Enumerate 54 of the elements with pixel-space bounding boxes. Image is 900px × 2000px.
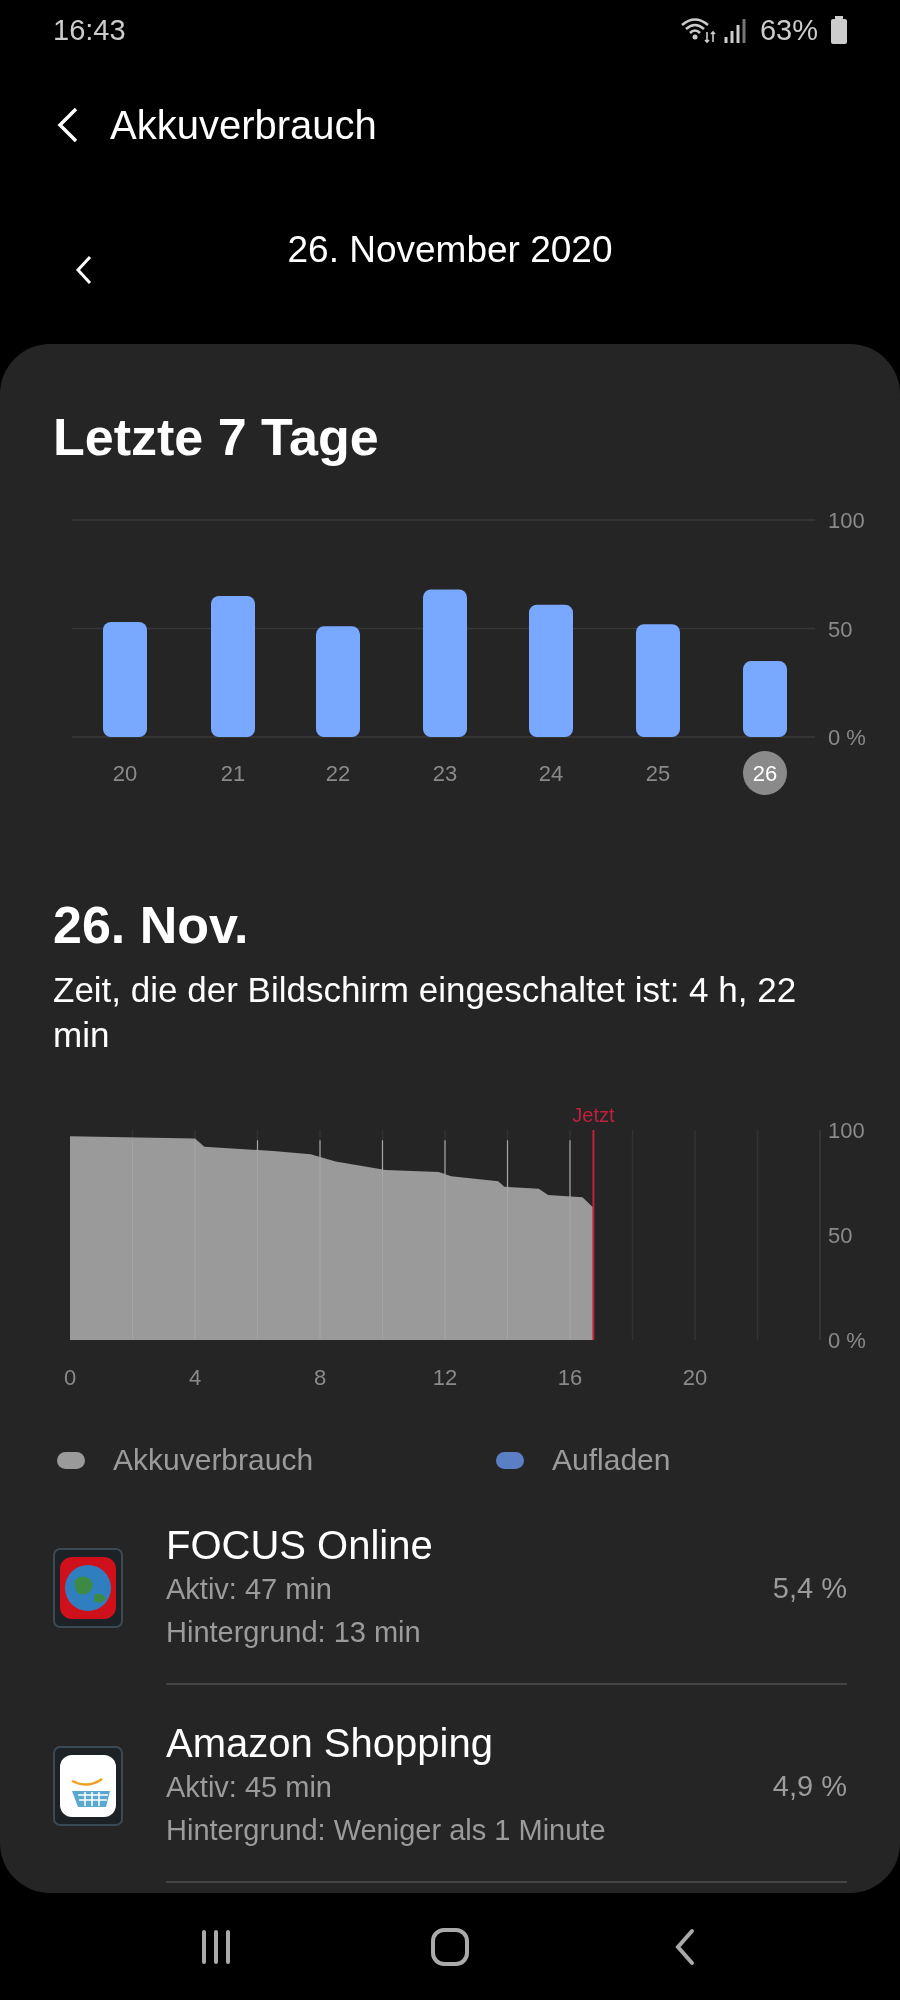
wifi-icon	[679, 16, 716, 44]
day-label[interactable]: 22	[325, 761, 351, 786]
globe-icon	[52, 1547, 124, 1629]
axis-label: 0	[63, 1365, 77, 1390]
back-button[interactable]	[56, 105, 80, 145]
usage-bar[interactable]	[316, 626, 360, 737]
battery-percent: 63%	[759, 13, 818, 47]
day-label[interactable]: 25	[645, 761, 671, 786]
day-label[interactable]: 23	[432, 761, 458, 786]
legend-label: Aufladen	[552, 1443, 671, 1477]
axis-label: 0 %	[828, 725, 866, 750]
usage-bar[interactable]	[423, 589, 467, 737]
usage-bar[interactable]	[743, 661, 787, 737]
axis-label: 16	[557, 1365, 583, 1390]
cart-icon	[52, 1745, 124, 1827]
usage-bar[interactable]	[103, 622, 147, 737]
axis-label: 100	[828, 1118, 865, 1143]
axis-label: 20	[682, 1365, 708, 1390]
page-title: Akkuverbrauch	[110, 102, 377, 148]
signal-icon	[723, 17, 746, 43]
background-time: Hintergrund: 13 min	[166, 1615, 422, 1650]
now-label: Jetzt	[572, 1104, 615, 1126]
day-title: 26. Nov.	[53, 895, 250, 955]
axis-label: 12	[432, 1365, 458, 1390]
usage-bar[interactable]	[636, 624, 680, 737]
day-label[interactable]: 24	[538, 761, 564, 786]
app-name: Amazon Shopping	[166, 1720, 494, 1766]
date-title: 26. November 2020	[286, 229, 614, 271]
axis-label: 8	[313, 1365, 327, 1390]
home-button[interactable]	[430, 1926, 470, 1967]
day-label[interactable]: 26	[752, 761, 778, 786]
usage-bar[interactable]	[211, 595, 255, 737]
background-time: Hintergrund: Weniger als 1 Minute	[166, 1813, 607, 1848]
section-title: Letzte 7 Tage	[53, 407, 380, 467]
axis-label: 4	[188, 1365, 202, 1390]
usage-percent: 4,9 %	[772, 1769, 847, 1803]
active-time: Aktiv: 45 min	[166, 1770, 333, 1805]
legend-label: Akkuverbrauch	[113, 1443, 314, 1477]
battery-icon	[830, 16, 848, 44]
active-time: Aktiv: 47 min	[166, 1572, 333, 1607]
axis-label: 50	[828, 616, 853, 642]
usage-bar[interactable]	[529, 604, 573, 737]
axis-label: 100	[828, 508, 865, 533]
app-usage-row[interactable]: Amazon Shopping Aktiv: 45 min Hintergrund: Weniger als 1 Minute 4,9 %	[0, 1685, 900, 1883]
usage-percent: 5,4 %	[772, 1571, 847, 1605]
axis-label: 0 %	[828, 1328, 866, 1353]
day-label[interactable]: 20	[112, 761, 138, 786]
app-name: FOCUS Online	[166, 1522, 434, 1568]
clock-time: 16:43	[53, 13, 126, 47]
previous-day-button[interactable]	[74, 254, 94, 286]
day-label[interactable]: 21	[220, 761, 246, 786]
screen-time-text: Zeit, die der Bildschirm eingeschaltet ist: 4 h, 22 min	[53, 969, 798, 1056]
app-usage-row[interactable]: FOCUS Online Aktiv: 47 min Hintergrund: 13 min 5,4 %	[0, 1487, 900, 1685]
axis-label: 50	[828, 1223, 853, 1248]
